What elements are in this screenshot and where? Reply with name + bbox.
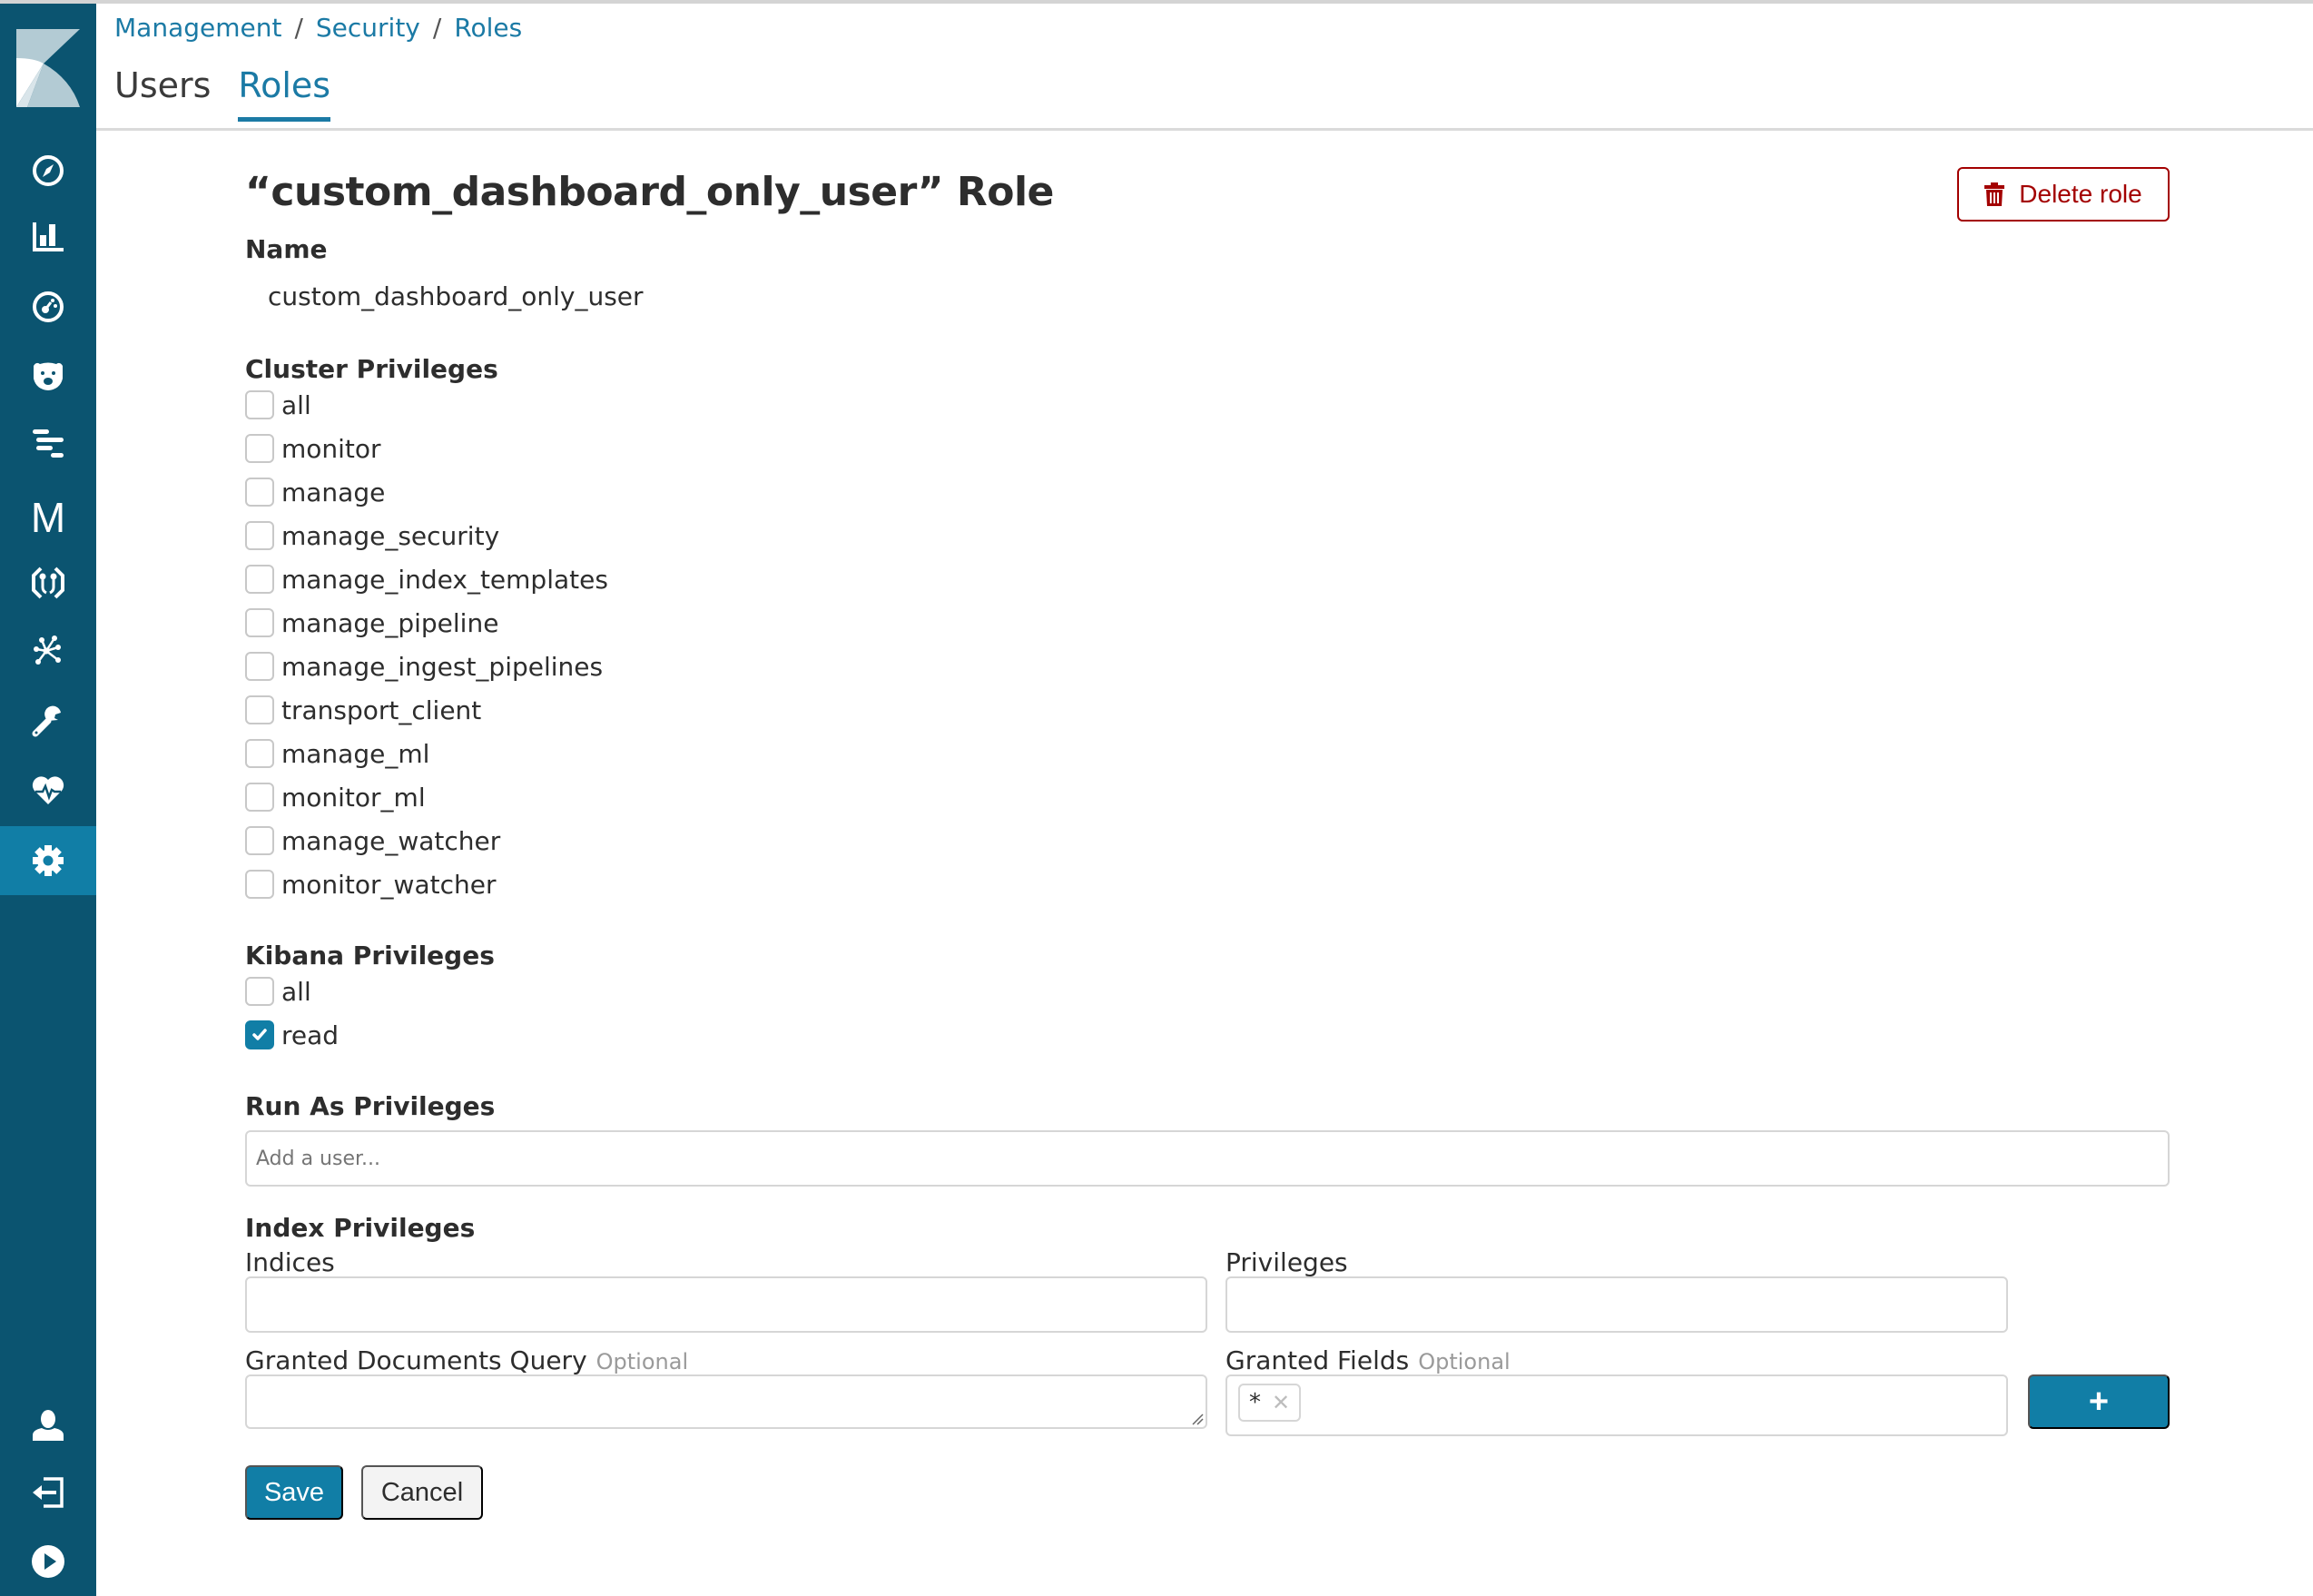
checkbox[interactable]	[245, 870, 274, 899]
sidebar-item-graph-explore[interactable]	[0, 616, 96, 685]
breadcrumb: Management / Security / Roles	[114, 13, 522, 43]
cluster-privilege-manage: manage	[245, 470, 608, 514]
user-icon	[33, 1410, 64, 1441]
checkbox[interactable]	[245, 434, 274, 463]
kibana-privilege-all: all	[245, 970, 339, 1013]
play-circle-icon	[32, 1545, 64, 1578]
run-as-privileges-label: Run As Privileges	[245, 1091, 496, 1121]
kibana-privileges-list: all read	[245, 970, 339, 1057]
sidebar-item-apm[interactable]	[0, 409, 96, 478]
delete-role-label: Delete role	[2019, 180, 2142, 208]
network-graph-icon	[34, 635, 61, 665]
cluster-privilege-manage-index-templates: manage_index_templates	[245, 557, 608, 601]
cluster-privilege-monitor-ml: monitor_ml	[245, 775, 608, 819]
sidebar-item-logout[interactable]	[0, 1458, 96, 1527]
sidebar-item-dashboard[interactable]	[0, 272, 96, 341]
sidebar-item-monitoring[interactable]	[0, 755, 96, 824]
delete-role-button[interactable]: Delete role	[1957, 167, 2170, 222]
optional-hint: Optional	[595, 1349, 689, 1374]
tab-bar: Users Roles	[114, 65, 330, 122]
granted-documents-query-label: Granted Documents Query Optional	[245, 1345, 689, 1375]
indices-input[interactable]	[245, 1276, 1207, 1333]
checkbox[interactable]	[245, 608, 274, 637]
save-button[interactable]: Save	[245, 1465, 343, 1520]
kibana-logo[interactable]	[16, 29, 80, 107]
sidebar-item-machine-learning[interactable]: M	[0, 483, 96, 552]
cluster-privilege-transport-client: transport_client	[245, 688, 608, 732]
bar-chart-icon	[33, 222, 64, 251]
machine-learning-icon: M	[30, 494, 66, 541]
page-title: “custom_dashboard_only_user” Role	[245, 169, 1054, 215]
checkbox[interactable]	[245, 521, 274, 550]
optional-hint: Optional	[1418, 1349, 1511, 1374]
sidebar-nav: M	[0, 4, 96, 1596]
index-privileges-label: Index Privileges	[245, 1213, 476, 1243]
name-label: Name	[245, 234, 328, 264]
checkbox[interactable]	[245, 565, 274, 594]
cluster-privileges-list: all monitor manage manage_security manag…	[245, 383, 608, 906]
wrench-icon	[32, 705, 61, 737]
field-tag: * ✕	[1238, 1384, 1302, 1422]
run-as-user-input[interactable]	[245, 1130, 2170, 1187]
tab-bar-divider	[96, 128, 2313, 131]
sidebar-item-dev-tools[interactable]	[0, 686, 96, 755]
kibana-privilege-read: read	[245, 1013, 339, 1057]
role-name-value: custom_dashboard_only_user	[268, 281, 644, 311]
sidebar-item-management[interactable]	[0, 826, 96, 895]
checkbox[interactable]	[245, 977, 274, 1006]
granted-fields-label: Granted Fields Optional	[1225, 1345, 1511, 1375]
breadcrumb-security[interactable]: Security	[316, 13, 420, 43]
checkbox[interactable]	[245, 695, 274, 724]
tab-users[interactable]: Users	[114, 65, 211, 120]
cancel-button[interactable]: Cancel	[361, 1465, 483, 1520]
cluster-privilege-all: all	[245, 383, 608, 427]
checkmark-icon	[252, 1029, 267, 1040]
privileges-label: Privileges	[1225, 1247, 1348, 1277]
dashboard-icon	[33, 291, 64, 322]
checkbox[interactable]	[245, 739, 274, 768]
add-index-privilege-button[interactable]: +	[2028, 1374, 2170, 1429]
sidebar-item-user[interactable]	[0, 1391, 96, 1460]
compass-icon	[33, 155, 64, 186]
indices-label: Indices	[245, 1247, 335, 1277]
kibana-privileges-label: Kibana Privileges	[245, 941, 495, 970]
cluster-privilege-manage-ml: manage_ml	[245, 732, 608, 775]
trash-icon	[1984, 182, 2005, 206]
window-top-border	[0, 0, 2313, 4]
cluster-privilege-monitor-watcher: monitor_watcher	[245, 862, 608, 906]
checkbox[interactable]	[245, 478, 274, 507]
sidebar-item-visualize[interactable]	[0, 202, 96, 271]
privileges-input[interactable]	[1225, 1276, 2008, 1333]
remove-tag-icon[interactable]: ✕	[1272, 1390, 1290, 1415]
cluster-privilege-manage-security: manage_security	[245, 514, 608, 557]
sidebar-item-graph[interactable]	[0, 548, 96, 617]
sidebar-item-collapse[interactable]	[0, 1527, 96, 1596]
checkbox[interactable]	[245, 390, 274, 419]
logout-icon	[33, 1477, 64, 1508]
cluster-privileges-label: Cluster Privileges	[245, 354, 498, 384]
cluster-privilege-manage-pipeline: manage_pipeline	[245, 601, 608, 645]
gear-icon	[33, 845, 64, 876]
checkbox[interactable]	[245, 652, 274, 681]
cluster-privilege-manage-ingest-pipelines: manage_ingest_pipelines	[245, 645, 608, 688]
checkbox-checked[interactable]	[245, 1020, 274, 1049]
timelion-icon	[34, 362, 63, 390]
tab-roles[interactable]: Roles	[238, 65, 330, 122]
breadcrumb-management[interactable]: Management	[114, 13, 281, 43]
granted-documents-query-textarea[interactable]	[245, 1374, 1207, 1429]
graph-icon	[32, 566, 64, 599]
checkbox[interactable]	[245, 783, 274, 812]
breadcrumb-roles[interactable]: Roles	[454, 13, 522, 43]
granted-fields-input[interactable]: * ✕	[1225, 1374, 2008, 1436]
breadcrumb-separator: /	[432, 13, 442, 43]
resize-handle-icon[interactable]	[1191, 1413, 1204, 1425]
apm-icon	[33, 429, 64, 458]
cluster-privilege-manage-watcher: manage_watcher	[245, 819, 608, 862]
sidebar-item-timelion[interactable]	[0, 341, 96, 410]
breadcrumb-separator: /	[294, 13, 303, 43]
heart-pulse-icon	[32, 776, 64, 804]
cluster-privilege-monitor: monitor	[245, 427, 608, 470]
sidebar-item-discover[interactable]	[0, 136, 96, 205]
checkbox[interactable]	[245, 826, 274, 855]
